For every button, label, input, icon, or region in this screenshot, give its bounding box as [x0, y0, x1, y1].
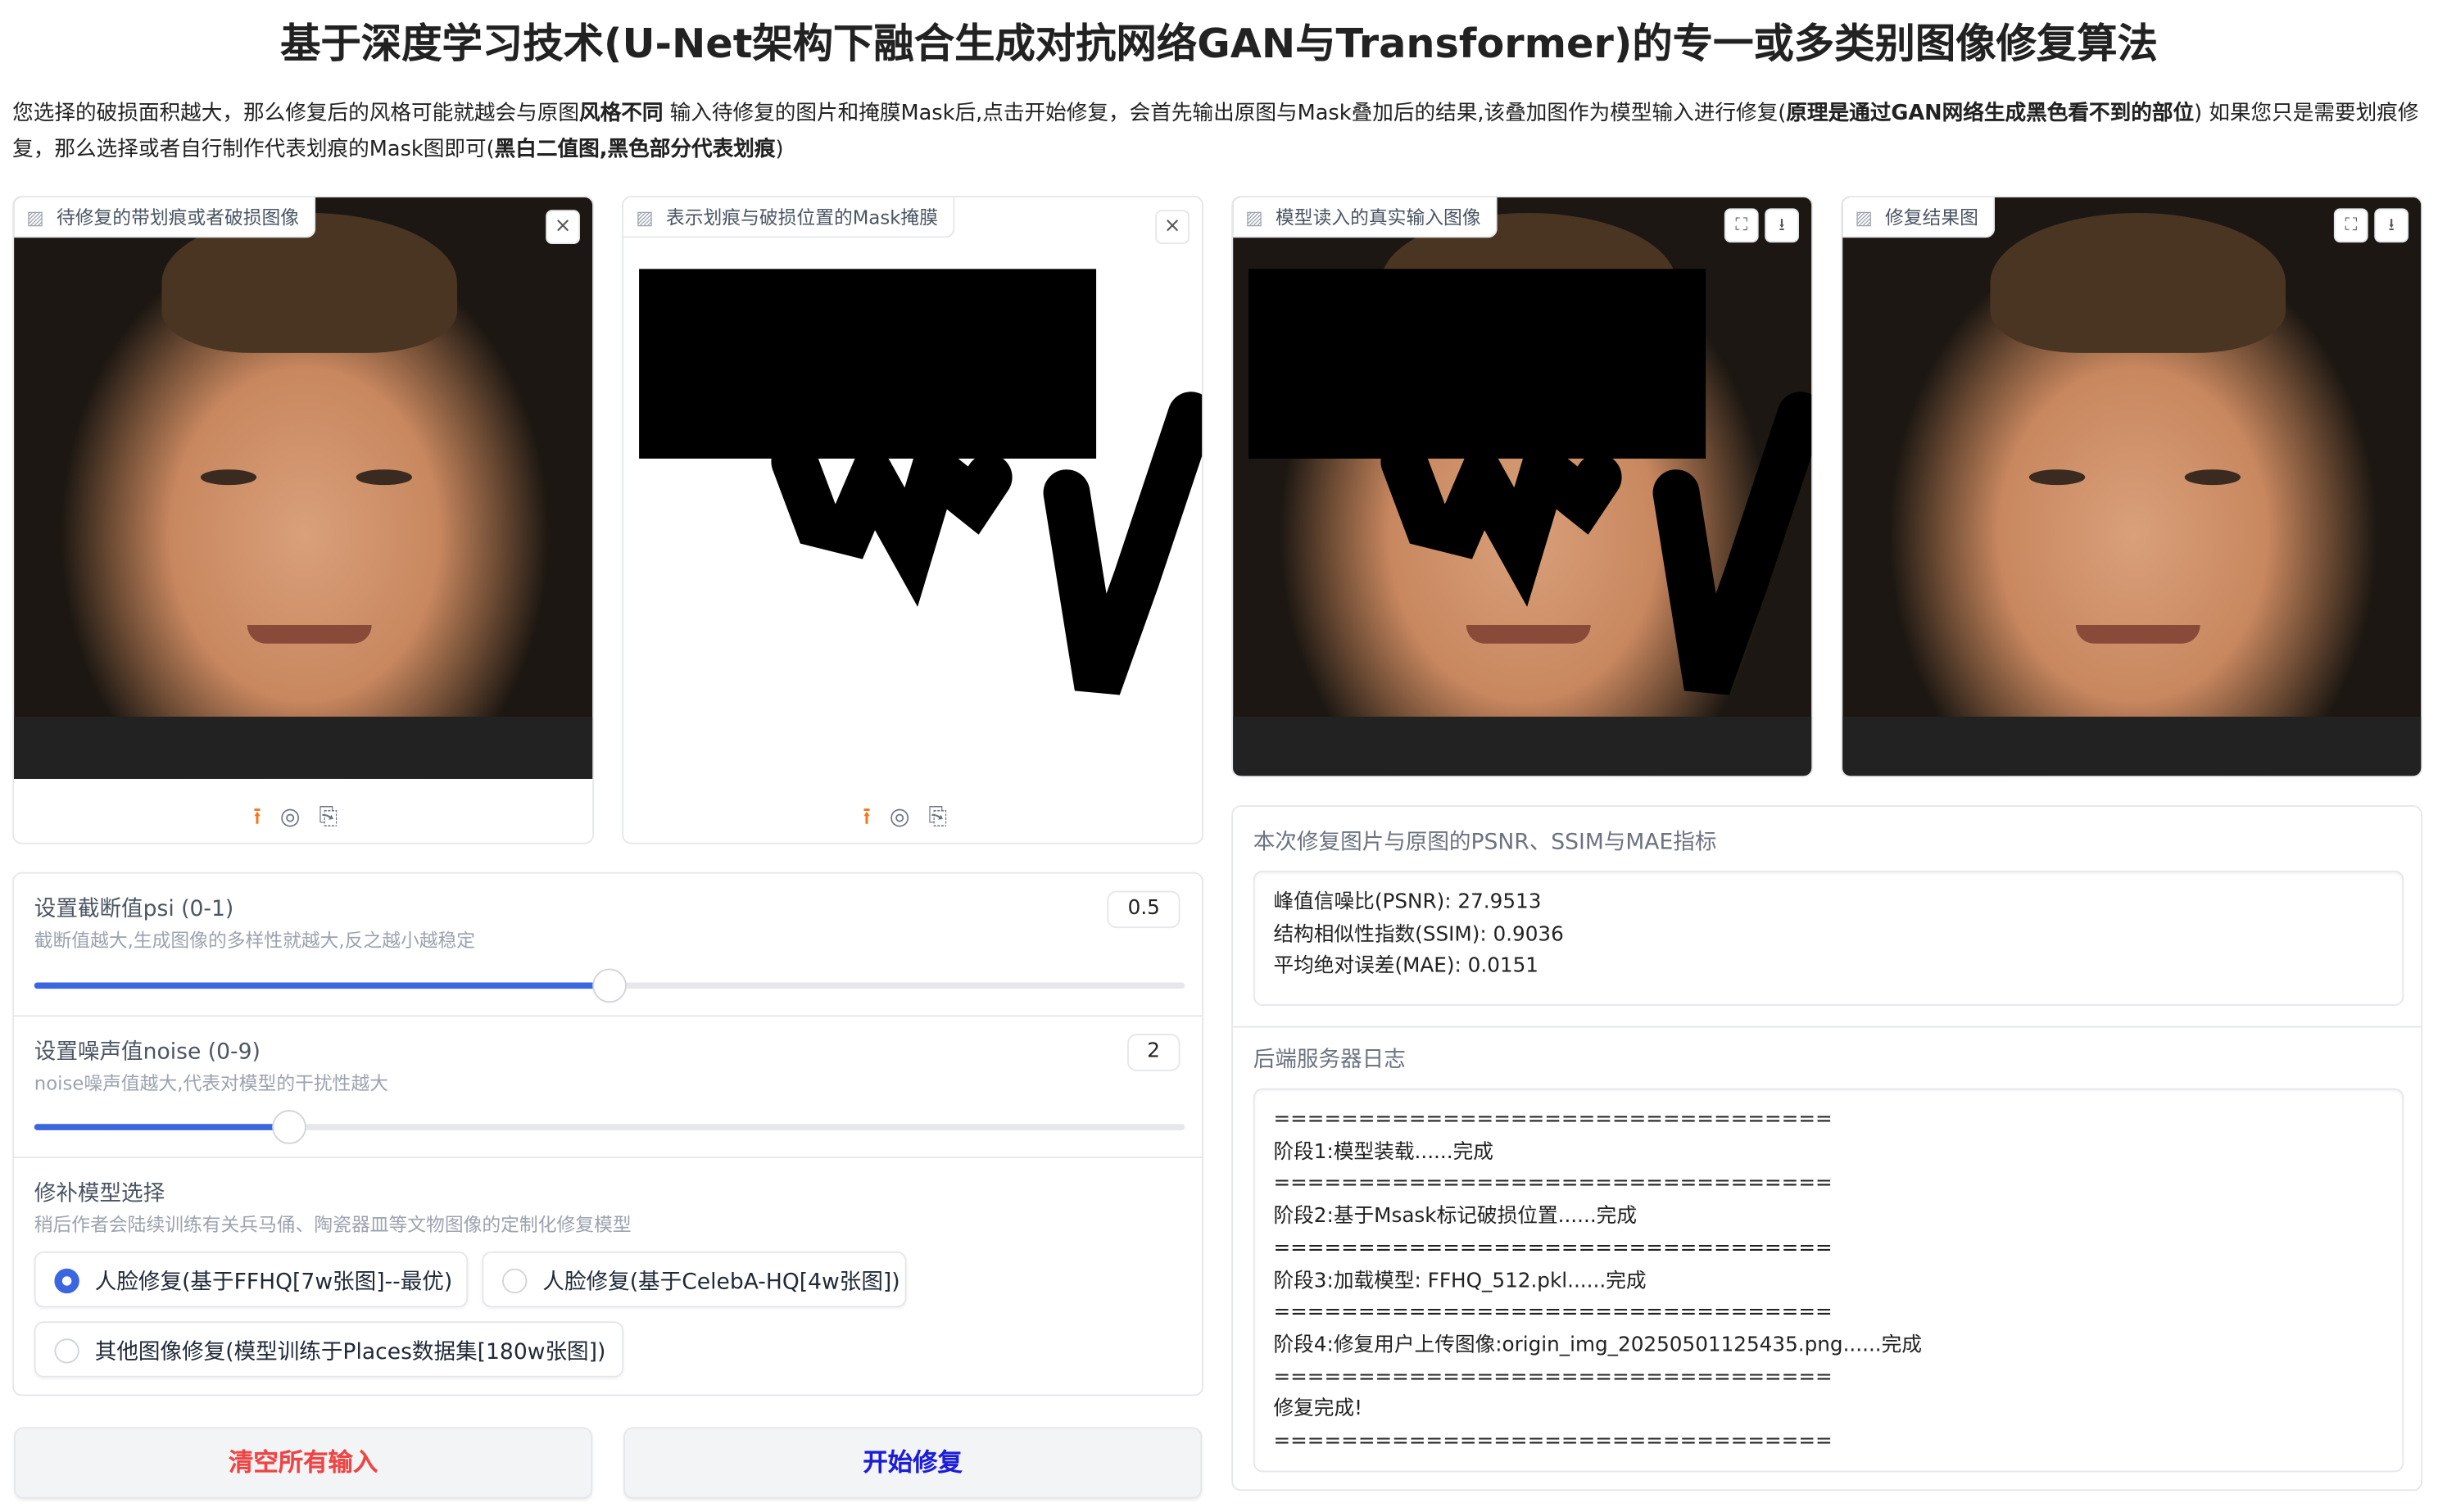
settings-panel: 设置截断值psi (0-1) 截断值越大,生成图像的多样性就越大,反之越小越稳定… [12, 871, 1204, 1397]
log-label: 后端服务器日志 [1253, 1048, 1406, 1073]
input-image-label: 待修复的带划痕或者破损图像 [56, 206, 300, 229]
webcam-icon[interactable]: ◎ [280, 802, 319, 830]
clipboard-icon[interactable]: ⎘ [928, 802, 966, 830]
clear-mask-button[interactable]: × [1155, 210, 1190, 244]
psi-slider[interactable] [34, 968, 1185, 1003]
image-icon: ▨ [1855, 206, 1873, 229]
psi-input[interactable]: 0.5 [1107, 890, 1180, 929]
page-title: 基于深度学习技术(U-Net架构下融合生成对抗网络GAN与Transformer… [280, 21, 2158, 69]
download-icon[interactable]: ⭳ [2374, 208, 2409, 243]
noise-slider[interactable] [34, 1110, 1185, 1144]
noise-label: 设置噪声值noise (0-9) [34, 1039, 261, 1066]
upload-icon[interactable]: ⭱ [253, 802, 280, 830]
webcam-icon[interactable]: ◎ [890, 802, 929, 830]
image-icon: ▨ [26, 206, 44, 229]
noise-input[interactable]: 2 [1126, 1034, 1180, 1071]
psi-slider-thumb[interactable] [592, 968, 627, 1003]
metrics-label: 本次修复图片与原图的PSNR、SSIM与MAE指标 [1253, 830, 1717, 855]
result-image: ▨ 修复结果图 ⛶ ⭳ [1841, 196, 2423, 777]
mask-overlay [1248, 269, 1812, 695]
download-icon[interactable]: ⭳ [1765, 208, 1799, 243]
model-option-ffhq[interactable]: 人脸修复(基于FFHQ[7w张图]--最优) [34, 1251, 469, 1308]
radio-unchecked-icon [54, 1338, 79, 1364]
result-label: 修复结果图 [1885, 206, 1978, 229]
mask-image-label: 表示划痕与破损位置的Mask掩膜 [665, 206, 938, 229]
image-icon: ▨ [636, 206, 654, 229]
psi-label: 设置截断值psi (0-1) [34, 897, 234, 922]
start-repair-button[interactable]: 开始修复 [623, 1427, 1203, 1499]
model-label: 修补模型选择 [34, 1181, 165, 1206]
upload-icon[interactable]: ⭱ [863, 802, 890, 830]
image-icon: ▨ [1245, 206, 1263, 229]
model-option-celeba[interactable]: 人脸修复(基于CelebA-HQ[4w张图]) [482, 1251, 907, 1308]
metrics-textarea[interactable]: 峰值信噪比(PSNR): 27.9513 结构相似性指数(SSIM): 0.90… [1253, 870, 2404, 1007]
description: 您选择的破损面积越大，那么修复后的风格可能就越会与原图风格不同 输入待修复的图片… [12, 101, 2419, 162]
model-input-label: 模型读入的真实输入图像 [1276, 206, 1481, 229]
mask-image [639, 269, 1203, 695]
model-option-places[interactable]: 其他图像修复(模型训练于Places数据集[180w张图]) [34, 1321, 624, 1378]
fullscreen-icon[interactable]: ⛶ [2333, 208, 2368, 243]
restored-face-photo [1842, 197, 2422, 776]
model-info: 稍后作者会陆续训练有关兵马俑、陶瓷器皿等文物图像的定制化修复模型 [34, 1214, 632, 1236]
clipboard-icon[interactable]: ⎘ [319, 802, 356, 830]
model-input-image: ▨ 模型读入的真实输入图像 ⛶ ⭳ [1231, 196, 1814, 777]
log-textarea[interactable]: ================================= 阶段1:模型… [1253, 1088, 2404, 1473]
output-panel: 本次修复图片与原图的PSNR、SSIM与MAE指标 峰值信噪比(PSNR): 2… [1231, 805, 2423, 1492]
radio-unchecked-icon [502, 1268, 528, 1294]
mask-image-upload[interactable]: ▨ 表示划痕与破损位置的Mask掩膜 × ⭱◎⎘ [622, 196, 1204, 844]
input-image-upload[interactable]: ▨ 待修复的带划痕或者破损图像 × ⭱◎⎘ [12, 196, 595, 844]
noise-slider-thumb[interactable] [272, 1110, 307, 1144]
psi-info: 截断值越大,生成图像的多样性就越大,反之越小越稳定 [34, 930, 476, 952]
radio-checked-icon [54, 1268, 79, 1294]
input-face-photo [14, 197, 593, 779]
clear-all-button[interactable]: 清空所有输入 [14, 1427, 593, 1499]
fullscreen-icon[interactable]: ⛶ [1724, 208, 1759, 243]
noise-info: noise噪声值越大,代表对模型的干扰性越大 [34, 1072, 388, 1095]
clear-input-image-button[interactable]: × [546, 210, 580, 244]
